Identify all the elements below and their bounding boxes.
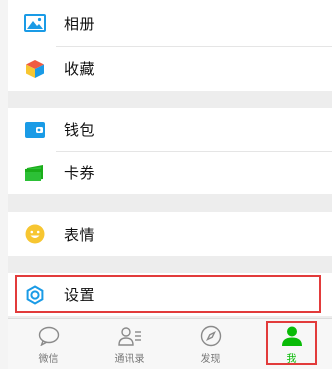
menu-item-settings[interactable]: 设置 bbox=[8, 273, 332, 316]
photo-album-icon bbox=[24, 12, 46, 34]
card-coupon-icon bbox=[24, 162, 46, 184]
menu-item-emoji[interactable]: 表情 bbox=[8, 212, 332, 256]
contacts-icon bbox=[117, 324, 142, 348]
left-edge-strip bbox=[0, 0, 8, 369]
compass-icon bbox=[199, 324, 223, 348]
tab-chats-label: 微信 bbox=[38, 354, 59, 365]
menu-group-emoji: 表情 bbox=[8, 212, 332, 256]
menu-item-favorites[interactable]: 收藏 bbox=[8, 46, 332, 91]
menu-item-emoji-label: 表情 bbox=[64, 225, 96, 244]
menu-group-wallet: 钱包 卡券 bbox=[8, 108, 332, 194]
tab-contacts[interactable]: 通讯录 bbox=[89, 319, 170, 369]
menu-group-media: 相册 收藏 bbox=[8, 0, 332, 91]
settings-icon bbox=[24, 284, 46, 306]
menu-item-cards[interactable]: 卡券 bbox=[8, 151, 332, 194]
tab-contacts-label: 通讯录 bbox=[114, 354, 145, 365]
favorites-cube-icon bbox=[24, 58, 46, 80]
menu-item-album[interactable]: 相册 bbox=[8, 0, 332, 46]
wallet-icon bbox=[24, 119, 46, 141]
tab-me[interactable]: 我 bbox=[251, 319, 332, 369]
menu-item-favorites-label: 收藏 bbox=[64, 60, 96, 78]
tab-chats[interactable]: 微信 bbox=[8, 319, 89, 369]
menu-item-wallet[interactable]: 钱包 bbox=[8, 108, 332, 151]
menu-item-album-label: 相册 bbox=[64, 14, 96, 33]
bottom-tab-bar: 微信 通讯录 发现 我 bbox=[8, 318, 332, 369]
chat-bubble-icon bbox=[37, 324, 61, 348]
menu-item-wallet-label: 钱包 bbox=[64, 121, 96, 139]
me-page: 相册 收藏 钱包 卡券 表情 设置 微信 通讯录 发现 我 bbox=[0, 0, 332, 369]
tab-discover[interactable]: 发现 bbox=[170, 319, 251, 369]
tab-discover-label: 发现 bbox=[200, 354, 221, 365]
menu-item-settings-label: 设置 bbox=[64, 286, 96, 304]
tab-me-label: 我 bbox=[286, 354, 297, 365]
menu-group-settings: 设置 bbox=[8, 273, 332, 316]
emoji-icon bbox=[24, 223, 46, 245]
profile-person-icon bbox=[280, 324, 304, 348]
menu-item-cards-label: 卡券 bbox=[64, 164, 96, 182]
